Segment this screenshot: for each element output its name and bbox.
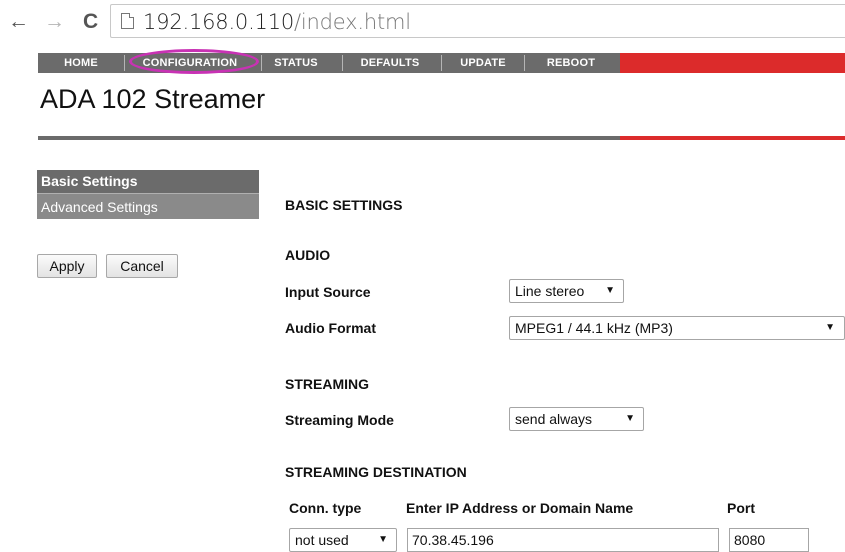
nav-configuration[interactable]: CONFIGURATION <box>130 53 250 73</box>
conn-type-select[interactable]: not used ▼ <box>289 528 397 552</box>
streaming-mode-select[interactable]: send always ▼ <box>509 407 644 431</box>
browser-toolbar: ← → C 192.168.0.110/index.html <box>0 0 845 44</box>
dropdown-arrow-icon: ▼ <box>605 285 615 296</box>
nav-divider <box>342 55 343 71</box>
url-path: /index.html <box>294 10 411 34</box>
nav-status[interactable]: STATUS <box>266 53 326 73</box>
apply-button[interactable]: Apply <box>37 254 97 278</box>
streaming-heading: STREAMING <box>285 376 369 392</box>
back-arrow-icon[interactable]: ← <box>8 11 29 32</box>
nav-update[interactable]: UPDATE <box>446 53 520 73</box>
destination-heading: STREAMING DESTINATION <box>285 464 467 480</box>
page-title: ADA 102 Streamer <box>40 84 266 114</box>
input-source-value: Line stereo <box>515 283 585 299</box>
nav-reboot[interactable]: REBOOT <box>530 53 612 73</box>
port-column-header: Port <box>727 500 755 516</box>
nav-divider <box>524 55 525 71</box>
forward-arrow-icon[interactable]: → <box>44 11 65 32</box>
nav-defaults[interactable]: DEFAULTS <box>347 53 433 73</box>
reload-icon[interactable]: C <box>83 11 98 32</box>
title-rule-accent <box>620 136 845 140</box>
url-text: 192.168.0.110/index.html <box>143 10 411 34</box>
dropdown-arrow-icon: ▼ <box>825 322 835 333</box>
audio-heading: AUDIO <box>285 247 331 263</box>
nav-divider <box>261 55 262 71</box>
sidebar-item-advanced-settings[interactable]: Advanced Settings <box>37 193 259 219</box>
dropdown-arrow-icon: ▼ <box>625 413 635 424</box>
audio-format-select[interactable]: MPEG1 / 44.1 kHz (MP3) ▼ <box>509 316 845 340</box>
streaming-mode-value: send always <box>515 411 593 427</box>
title-rule <box>38 136 620 140</box>
address-bar[interactable]: 192.168.0.110/index.html <box>110 4 845 38</box>
input-source-label: Input Source <box>285 284 371 300</box>
audio-format-value: MPEG1 / 44.1 kHz (MP3) <box>515 320 673 336</box>
page-icon <box>121 13 134 29</box>
nav-home[interactable]: HOME <box>50 53 112 73</box>
sidebar-item-basic-settings[interactable]: Basic Settings <box>37 170 259 193</box>
sidebar-menu: Basic Settings Advanced Settings <box>37 170 259 219</box>
address-column-header: Enter IP Address or Domain Name <box>406 500 634 516</box>
top-navigation: HOME CONFIGURATION STATUS DEFAULTS UPDAT… <box>38 53 845 73</box>
streaming-mode-label: Streaming Mode <box>285 412 394 428</box>
input-source-select[interactable]: Line stereo ▼ <box>509 279 624 303</box>
url-host: 192.168.0.110 <box>143 10 295 34</box>
nav-divider <box>124 55 125 71</box>
cancel-button[interactable]: Cancel <box>106 254 178 278</box>
conn-type-column-header: Conn. type <box>289 500 362 516</box>
section-title: BASIC SETTINGS <box>285 197 403 213</box>
address-input[interactable]: 70.38.45.196 <box>407 528 719 552</box>
nav-accent-bar <box>620 53 845 73</box>
dropdown-arrow-icon: ▼ <box>378 534 388 545</box>
nav-divider <box>441 55 442 71</box>
audio-format-label: Audio Format <box>285 320 376 336</box>
port-input[interactable]: 8080 <box>729 528 809 552</box>
